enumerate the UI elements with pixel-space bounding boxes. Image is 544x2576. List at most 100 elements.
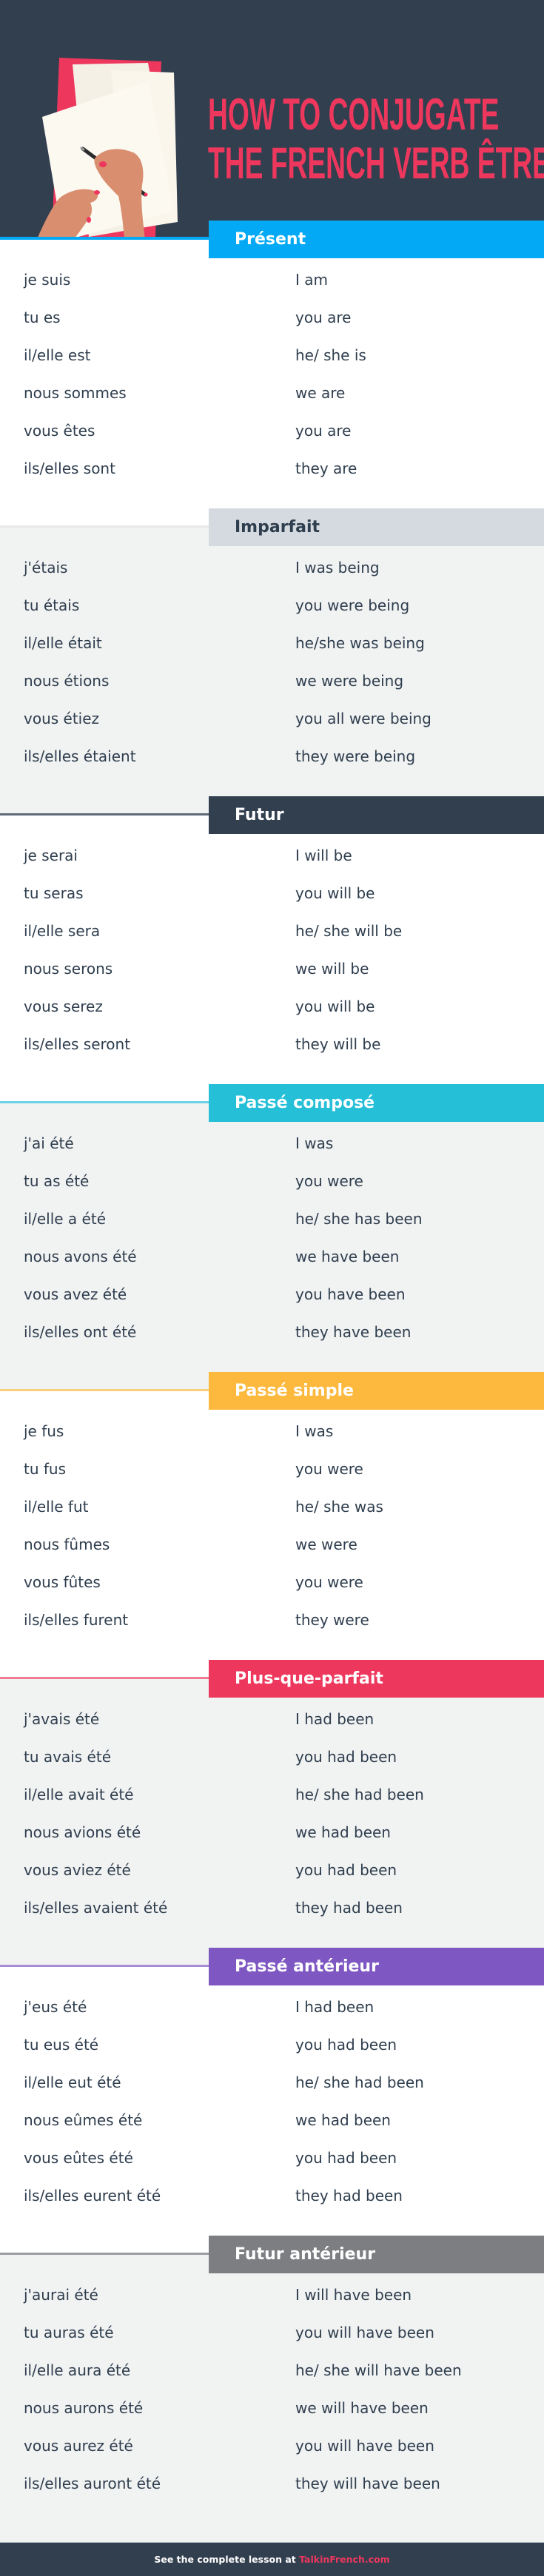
french-form: j'ai été: [24, 1134, 74, 1152]
talkinfrench-link[interactable]: TalkinFrench.com: [299, 2554, 390, 2565]
english-translation: they had been: [295, 2187, 403, 2205]
conjugation-row: il/elle sera he/ she will be: [0, 920, 544, 958]
french-form: vous avez été: [24, 1285, 127, 1303]
french-form: ils/elles auront été: [24, 2475, 161, 2492]
english-translation: we will be: [295, 960, 369, 978]
french-form: nous sommes: [24, 384, 127, 402]
conjugation-row: ils/elles sont they are: [0, 457, 544, 495]
french-form: il/elle a été: [24, 1210, 106, 1228]
conjugation-row: il/elle aura été he/ she will have been: [0, 2359, 544, 2397]
english-translation: he/ she will have been: [295, 2361, 462, 2379]
english-translation: he/ she had been: [295, 1786, 424, 1803]
english-translation: you will have been: [295, 2324, 434, 2341]
french-form: tu seras: [24, 884, 84, 902]
conjugation-row: il/elle a été he/ she has been: [0, 1208, 544, 1245]
section-futur-ant-rieur: Futur antérieur j'aurai été I will have be…: [0, 2236, 544, 2542]
french-form: j'aurai été: [24, 2286, 98, 2304]
french-form: ils/elles sont: [24, 460, 115, 477]
english-translation: you all were being: [295, 710, 431, 727]
english-translation: you have been: [295, 1285, 406, 1303]
conjugation-row: ils/elles auront été they will have been: [0, 2472, 544, 2510]
english-translation: you had been: [295, 1748, 397, 1766]
section-divider-line: [0, 813, 209, 815]
conjugation-row: tu eus été you had been: [0, 2034, 544, 2071]
english-translation: he/ she had been: [295, 2074, 424, 2091]
english-translation: we are: [295, 384, 346, 402]
conjugation-table: j'étais I was being tu étais you were being…: [0, 556, 544, 783]
french-form: je suis: [24, 271, 71, 289]
tense-header: Futur: [209, 796, 544, 834]
conjugation-row: ils/elles seront they will be: [0, 1033, 544, 1071]
conjugation-row: ils/elles furent they were: [0, 1609, 544, 1647]
french-form: j'eus été: [24, 1998, 87, 2016]
tense-header: Passé composé: [209, 1084, 544, 1122]
conjugation-row: j'étais I was being: [0, 556, 544, 594]
french-form: il/elle était: [24, 634, 102, 652]
french-form: tu auras été: [24, 2324, 114, 2341]
french-form: nous avons été: [24, 1248, 137, 1265]
english-translation: we were being: [295, 672, 404, 690]
conjugation-row: nous avions été we had been: [0, 1821, 544, 1859]
section-futur: Futur je serai I will be tu seras you will b…: [0, 796, 544, 1103]
conjugation-row: il/elle est he/ she is: [0, 344, 544, 382]
conjugation-row: tu as été you were: [0, 1170, 544, 1208]
conjugation-row: j'aurai été I will have been: [0, 2284, 544, 2321]
english-translation: you were being: [295, 596, 410, 614]
conjugation-row: vous serez you will be: [0, 995, 544, 1033]
footer: See the complete lesson at TalkinFrench.…: [0, 2542, 544, 2576]
french-form: nous eûmes été: [24, 2111, 143, 2129]
conjugation-table: je fus I was tu fus you were il/elle fut he/ …: [0, 1420, 544, 1647]
english-translation: we had been: [295, 1823, 391, 1841]
french-form: tu as été: [24, 1172, 90, 1190]
french-form: j'avais été: [24, 1710, 100, 1728]
english-translation: you will be: [295, 884, 375, 902]
english-translation: he/ she is: [295, 346, 366, 364]
english-translation: I was: [295, 1134, 334, 1152]
conjugation-row: je fus I was: [0, 1420, 544, 1458]
french-form: vous aurez été: [24, 2437, 133, 2455]
french-form: vous aviez été: [24, 1861, 131, 1879]
conjugation-table: je suis I am tu es you are il/elle est he/ sh…: [0, 269, 544, 495]
footer-caption: See the complete lesson at: [154, 2554, 300, 2565]
conjugation-row: nous sommes we are: [0, 382, 544, 420]
french-form: il/elle fut: [24, 1498, 89, 1516]
conjugation-row: nous avons été we have been: [0, 1245, 544, 1283]
french-form: ils/elles ont été: [24, 1323, 137, 1341]
french-form: tu eus été: [24, 2036, 99, 2054]
english-translation: they will be: [295, 1035, 381, 1053]
english-translation: you were: [295, 1172, 363, 1190]
conjugation-row: vous avez été you have been: [0, 1283, 544, 1321]
english-translation: you will have been: [295, 2437, 434, 2455]
section-pass-simple: Passé simple je fus I was tu fus you were il/…: [0, 1372, 544, 1678]
english-translation: I was being: [295, 559, 380, 576]
conjugation-table: j'eus été I had been tu eus été you had bee…: [0, 1996, 544, 2222]
conjugation-row: il/elle eut été he/ she had been: [0, 2071, 544, 2109]
english-translation: he/ she has been: [295, 1210, 423, 1228]
section-divider-line: [0, 1101, 209, 1103]
english-translation: you are: [295, 422, 352, 440]
english-translation: they were being: [295, 747, 416, 765]
conjugation-row: nous eûmes été we had been: [0, 2109, 544, 2147]
hand-writing-illustration-icon: [37, 58, 178, 239]
french-form: tu avais été: [24, 1748, 112, 1766]
french-form: il/elle est: [24, 346, 91, 364]
tense-header: Passé simple: [209, 1372, 544, 1410]
footer-text: See the complete lesson at TalkinFrench.…: [154, 2554, 389, 2565]
english-translation: they will have been: [295, 2475, 440, 2492]
conjugation-row: il/elle fut he/ she was: [0, 1496, 544, 1533]
english-translation: I am: [295, 271, 328, 289]
english-translation: you had been: [295, 1861, 397, 1879]
tense-header: Plus-que-parfait: [209, 1660, 544, 1698]
french-form: je fus: [24, 1422, 64, 1440]
english-translation: we have been: [295, 1248, 400, 1265]
section-imparfait: Imparfait j'étais I was being tu étais you w…: [0, 508, 544, 815]
french-form: ils/elles seront: [24, 1035, 131, 1053]
tense-header: Présent: [209, 221, 544, 258]
conjugation-row: nous étions we were being: [0, 670, 544, 707]
english-translation: he/she was being: [295, 634, 425, 652]
section-divider-line: [0, 238, 209, 240]
title-line-1: HOW TO CONJUGATE: [208, 90, 500, 139]
french-form: ils/elles étaient: [24, 747, 136, 765]
conjugation-row: tu étais you were being: [0, 594, 544, 632]
conjugation-row: tu fus you were: [0, 1458, 544, 1496]
